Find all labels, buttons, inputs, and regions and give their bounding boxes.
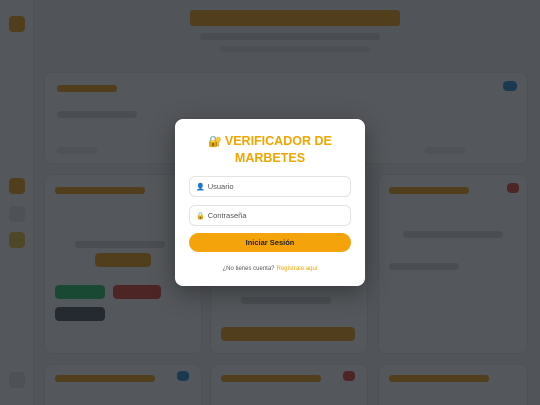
modal-title-text: VERIFICADOR DE MARBETES [224,134,332,165]
modal-title: 🔐 VERIFICADOR DE MARBETES [189,133,351,166]
login-modal: 🔐VERIFICADOR DE MARBETES 👤 🔒 Iniciar Ses… [175,119,365,286]
password-input[interactable] [207,211,348,220]
login-button[interactable]: Iniciar Sesión [189,233,351,252]
username-field[interactable]: 👤 [189,176,351,197]
register-link[interactable]: Regístrate aquí [277,266,318,272]
register-prompt-text: ¿No tienes cuenta? [222,266,275,272]
login-form: 👤 🔒 Iniciar Sesión [189,176,351,252]
register-prompt: ¿No tienes cuenta? Regístrate aquí [189,266,351,272]
user-icon: 👤 [196,183,205,191]
lock-icon: 🔐 [208,136,222,148]
lock-icon: 🔒 [196,212,205,220]
username-input[interactable] [207,182,348,191]
password-field[interactable]: 🔒 [189,205,351,226]
